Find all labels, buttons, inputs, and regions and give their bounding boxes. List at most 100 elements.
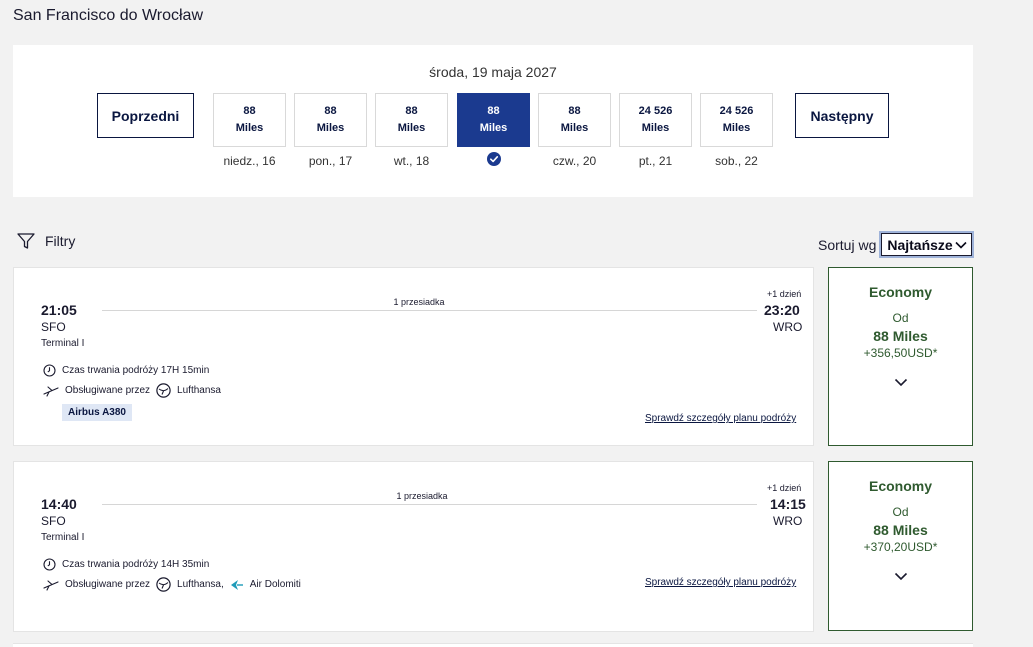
chevron-down-icon [955,241,967,249]
day-fare-unit: Miles [641,122,670,134]
operator-name-2: Air Dolomiti [249,579,301,590]
plane-icon [43,579,59,591]
clock-icon [43,364,56,377]
sort-control: Sortuj wg Najtańsze [818,233,973,256]
day-fare-button[interactable]: 88 Miles [538,93,611,147]
chevron-down-icon[interactable] [894,378,908,387]
day-label: pt., 21 [638,154,673,168]
sort-label: Sortuj wg [818,236,877,253]
fare-class: Economy [868,284,932,300]
day-fare-unit: Miles [479,122,508,134]
day-option: 24 526 Miles sob., 22 [700,93,773,170]
filter-icon [17,233,35,249]
day-label: sob., 22 [715,154,758,168]
fare-tax: +356,50USD* [863,346,938,360]
day-fare-amount: 24 526 [638,105,673,117]
day-label: niedz., 16 [223,154,276,168]
departure-code: SFO [41,514,66,528]
day-option: 24 526 Miles pt., 21 [619,93,692,170]
stops-label: 1 przesiadka [396,491,448,501]
day-fare-amount: 88 [568,105,581,117]
day-fare-button[interactable]: 24 526 Miles [619,93,692,147]
aircraft-badge: Airbus A380 [62,404,132,421]
day-label: czw., 20 [552,154,597,168]
day-fare-button[interactable]: 88 Miles [375,93,448,147]
fare-miles: 88 Miles [873,328,928,344]
route-line [102,504,757,505]
day-fare-unit: Miles [316,122,345,134]
day-fare-amount: 88 [405,105,418,117]
arrival-time: 14:15 [770,496,806,512]
arrival-code: WRO [773,514,803,528]
operated-prefix: Obsługiwane przez [65,385,151,396]
itinerary-details-link[interactable]: Sprawdź szczegóły planu podróży [645,577,796,588]
day-label: pon., 17 [308,154,353,168]
flight-card: 14:40 SFO Terminal I 1 przesiadka +1 dzi… [13,461,814,632]
day-fare-unit: Miles [560,122,589,134]
day-fare-button[interactable]: 88 Miles [294,93,367,147]
chevron-down-icon[interactable] [894,572,908,581]
fare-from: Od [892,311,909,325]
next-flight-card-edge [13,643,973,647]
fare-miles: 88 Miles [873,522,928,538]
departure-time: 21:05 [41,302,77,318]
stops-label: 1 przesiadka [393,297,445,307]
arrival-code: WRO [773,320,803,334]
plane-icon [43,385,59,397]
day-fare-amount: 88 [487,105,500,117]
fare-card[interactable]: Economy Od 88 Miles +356,50USD* [828,267,973,446]
departure-terminal: Terminal I [41,532,85,543]
lufthansa-logo-icon [156,577,171,592]
lufthansa-logo-icon [156,383,171,398]
day-fare-amount: 88 [243,105,256,117]
day-fare-amount: 88 [324,105,337,117]
fare-class: Economy [868,478,932,494]
route-title: San Francisco do Wrocław [13,7,203,24]
operated-row: Obsługiwane przez Lufthansa, Air Dolomit… [43,577,301,592]
day-label: wt., 18 [393,154,430,168]
duration-text: Czas trwania podróży 14H 35min [62,559,210,570]
plus-day-label: +1 dzień [767,483,802,493]
day-option: 88 Miles pon., 17 [294,93,367,170]
filters-button[interactable]: Filtry [16,231,75,251]
air-dolomiti-logo-icon [230,579,243,590]
sort-value: Najtańsze [887,236,953,253]
clock-icon [43,558,56,571]
fare-card[interactable]: Economy Od 88 Miles +370,20USD* [828,461,973,631]
duration-row: Czas trwania podróży 17H 15min [43,364,209,377]
operated-prefix: Obsługiwane przez [65,579,151,590]
day-fare-amount: 24 526 [719,105,754,117]
day-fare-unit: Miles [235,122,264,134]
next-button[interactable]: Następny [795,93,889,138]
operated-row: Obsługiwane przez Lufthansa [43,383,221,398]
fare-from: Od [892,505,909,519]
duration-text: Czas trwania podróży 17H 15min [62,365,210,376]
filters-label: Filtry [45,233,76,249]
previous-button[interactable]: Poprzedni [97,93,194,138]
day-option: 88 Miles czw., 20 [538,93,611,170]
selected-date: środa, 19 maja 2027 [429,64,557,80]
operator-name: Lufthansa [177,385,221,396]
route-line [102,310,757,311]
itinerary-details-link[interactable]: Sprawdź szczegóły planu podróży [645,413,796,424]
day-fare-button-selected[interactable]: 88 Miles [457,93,530,147]
day-fare-unit: Miles [722,122,751,134]
day-option: 88 Miles wt., 18 [375,93,448,170]
sort-select[interactable]: Najtańsze [881,233,973,256]
day-option: 88 Miles niedz., 16 [213,93,286,170]
operator-name: Lufthansa, [177,579,224,590]
check-icon [486,152,501,166]
day-fare-button[interactable]: 88 Miles [213,93,286,147]
departure-terminal: Terminal I [41,338,85,349]
flight-card: 21:05 SFO Terminal I 1 przesiadka +1 dzi… [13,267,814,446]
day-fare-button[interactable]: 24 526 Miles [700,93,773,147]
date-panel: środa, 19 maja 2027 Poprzedni 88 Miles n… [13,45,973,197]
duration-row: Czas trwania podróży 14H 35min [43,558,209,571]
arrival-time: 23:20 [764,302,800,318]
fare-tax: +370,20USD* [863,540,938,554]
day-fare-unit: Miles [397,122,426,134]
plus-day-label: +1 dzień [767,289,802,299]
departure-time: 14:40 [41,496,77,512]
departure-code: SFO [41,320,66,334]
day-option-selected: 88 Miles [457,93,530,166]
